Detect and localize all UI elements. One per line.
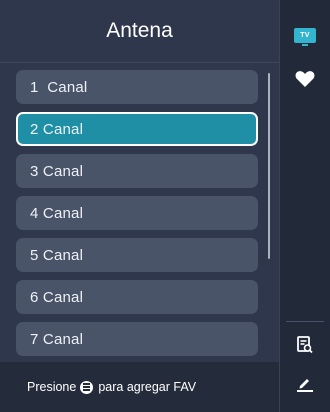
- channel-list: 1 Canal 2 Canal 3 Canal 4 Canal 5 Canal …: [16, 70, 258, 374]
- footer-hint-suffix: para agregar FAV: [98, 380, 197, 394]
- channel-item-label: 1 Canal: [30, 78, 88, 96]
- edit-icon-svg: [297, 379, 313, 392]
- title-divider: [0, 62, 279, 63]
- channel-item[interactable]: 4 Canal: [16, 196, 258, 230]
- heart-icon-svg: [295, 71, 315, 87]
- channel-item-label: 5 Canal: [30, 246, 84, 264]
- channel-item-label: 6 Canal: [30, 288, 84, 306]
- channel-item[interactable]: 3 Canal: [16, 154, 258, 188]
- edit-icon[interactable]: [280, 376, 330, 392]
- channel-item-label: 4 Canal: [30, 204, 84, 222]
- tv-badge: TV: [294, 28, 316, 46]
- channel-item[interactable]: 5 Canal: [16, 238, 258, 272]
- scrollbar[interactable]: [268, 73, 270, 259]
- channel-search-icon-svg: [297, 336, 313, 354]
- footer-hint: Presione para agregar FAV: [0, 362, 279, 412]
- channel-item[interactable]: 1 Canal: [16, 70, 258, 104]
- channel-item-label: 3 Canal: [30, 162, 84, 180]
- channel-item-label: 2 Canal: [30, 120, 84, 138]
- channel-search-icon[interactable]: [280, 336, 330, 354]
- channel-list-panel: Antena 1 Canal 2 Canal 3 Canal 4 Canal 5…: [0, 0, 279, 412]
- tv-icon[interactable]: TV: [280, 28, 330, 46]
- channel-item-label: 7 Canal: [30, 330, 84, 348]
- side-rail: TV: [279, 0, 330, 412]
- heart-icon[interactable]: [280, 70, 330, 88]
- footer-hint-prefix: Presione: [27, 380, 77, 394]
- channel-item-selected[interactable]: 2 Canal: [16, 112, 258, 146]
- channel-item[interactable]: 7 Canal: [16, 322, 258, 356]
- channel-item[interactable]: 6 Canal: [16, 280, 258, 314]
- rail-divider: [286, 321, 324, 322]
- menu-button-icon: [80, 380, 94, 394]
- panel-title: Antena: [106, 19, 173, 42]
